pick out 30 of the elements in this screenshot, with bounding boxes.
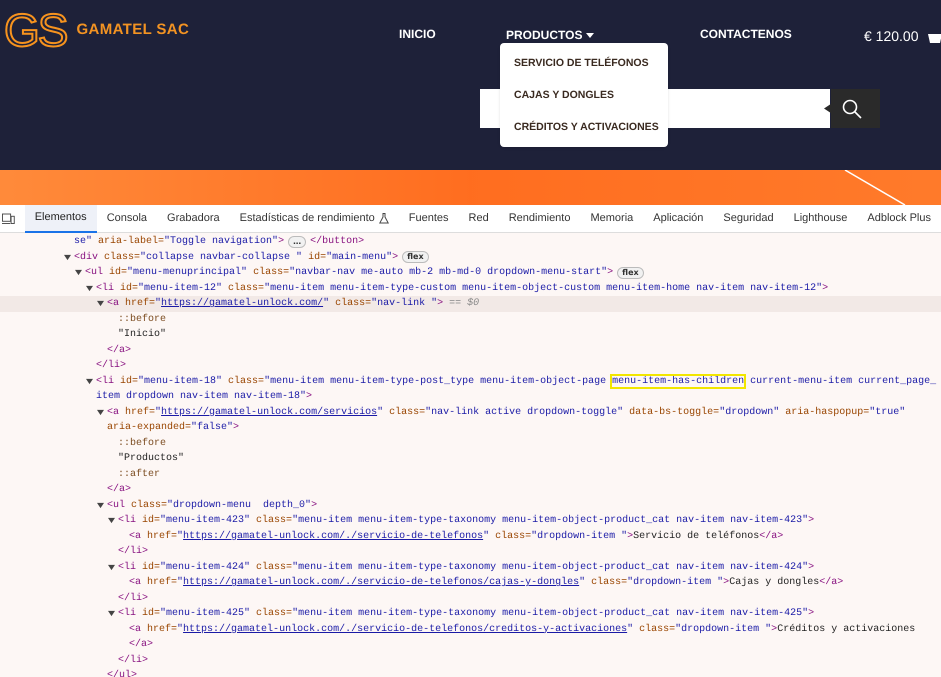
code-line: <li id="menu-item-18" class="menu-item menu-item-type-post_type menu-item-object-page menu-item-has-children current-menu-item current_page_ bbox=[96, 374, 936, 389]
code-line: ::before bbox=[118, 312, 166, 327]
code-line: </a> bbox=[107, 344, 132, 358]
code-line: <a href="https://gamatel-unlock.com/servicios" class="nav-link active dropdown-toggle" data-bs-toggle="dropdown" aria-haspopup="true" bbox=[107, 406, 906, 420]
code-line: <a href="https://gamatel-unlock.com/./servicio-de-telefonos/creditos-y-activaciones" class="dropdown-item ">Créditos y activaciones bbox=[129, 622, 916, 637]
code-line: item dropdown nav-item nav-item-18"> bbox=[96, 390, 312, 404]
code-line: <a href="https://gamatel-unlock.com/./servicio-de-telefonos" class="dropdown-item ">Servicio de teléfonos</a> bbox=[129, 530, 784, 544]
code-line: <a href="https://gamatel-unlock.com/" class="nav-link "> == $0 bbox=[107, 296, 480, 312]
code-line: <a href="https://gamatel-unlock.com/./servicio-de-telefonos/cajas-y-dongles" class="dropdown-item ">Cajas y dongles</a> bbox=[129, 576, 844, 590]
code-line: <li id="menu-item-424" class="menu-item menu-item-type-taxonomy menu-item-object-product_cat nav-item nav-item-424"> bbox=[118, 560, 814, 575]
code-line: <ul id="menu-menuprincipal" class="navbar-nav me-auto mb-2 mb-md-0 dropdown-menu-start"> bbox=[85, 266, 614, 280]
code-line: ::after bbox=[118, 468, 160, 482]
code-line: <li id="menu-item-12" class="menu-item menu-item-type-custom menu-item-object-custom menu-item-home nav-item nav-item-12"> bbox=[96, 282, 828, 296]
code-line: <div class="collapse navbar-collapse " id="main-menu"> bbox=[74, 250, 398, 265]
code-line: </li> bbox=[118, 544, 148, 560]
code-line: </button> bbox=[310, 234, 364, 250]
code-line: aria-expanded="false"> bbox=[107, 420, 240, 436]
code-line: <li id="menu-item-425" class="menu-item menu-item-type-taxonomy menu-item-object-product_cat nav-item nav-item-425"> bbox=[118, 606, 814, 622]
code-line: "Inicio" bbox=[118, 328, 166, 342]
code-line: </a> bbox=[129, 638, 154, 652]
code-line: "Productos" bbox=[118, 452, 184, 466]
code-line: se" aria-label="Toggle navigation"> bbox=[74, 234, 284, 250]
code-line: </ul> bbox=[107, 668, 138, 677]
code-line: <ul class="dropdown-menu depth_0"> bbox=[107, 498, 318, 513]
code-line: </li> bbox=[96, 358, 126, 374]
code-line: </li> bbox=[118, 592, 148, 606]
code-line: ::before bbox=[118, 436, 166, 451]
code-line: <li id="menu-item-423" class="menu-item menu-item-type-taxonomy menu-item-object-product_cat nav-item nav-item-423"> bbox=[118, 514, 814, 528]
code-line: </li> bbox=[118, 654, 148, 668]
code-line: </a> bbox=[107, 482, 132, 498]
